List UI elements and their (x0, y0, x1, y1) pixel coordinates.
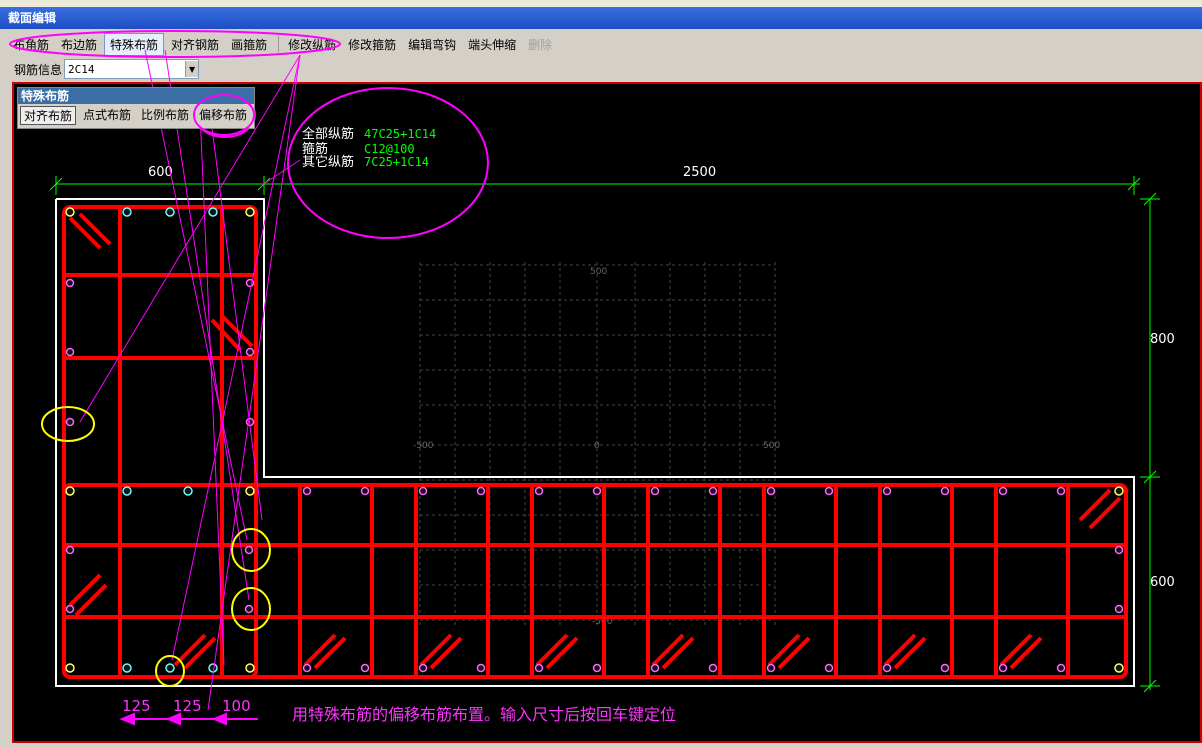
info-label-other: 其它纵筋 (302, 154, 354, 170)
dim-right-upper: 800 (1150, 332, 1175, 347)
grid-label-top: 500 (590, 267, 607, 277)
grid-label-right: 500 (763, 441, 780, 451)
dim-bottom-2: 125 (173, 697, 202, 715)
hint-text: 用特殊布筋的偏移布筋布置。输入尺寸后按回车键定位 (292, 705, 676, 724)
info-value-all: 47C25+1C14 (364, 127, 436, 141)
grid-label-left: -500 (413, 441, 434, 451)
grid-label-center: 0 (594, 441, 600, 451)
dim-bottom-1: 125 (122, 697, 151, 715)
special-rebar-panel: 特殊布筋 对齐布筋 点式布筋 比例布筋 偏移布筋 (17, 87, 255, 129)
info-value-other: 7C25+1C14 (364, 155, 429, 169)
dim-top-right: 2500 (683, 165, 716, 180)
dim-right-lower: 600 (1150, 575, 1175, 590)
panel-title: 特殊布筋 (18, 88, 254, 104)
panel-button-ratio[interactable]: 比例布筋 (138, 106, 192, 125)
bottom-dim-arrows (119, 712, 258, 726)
annotation-arrows (79, 49, 301, 711)
info-value-stirrup: C12@100 (364, 142, 415, 156)
panel-button-point[interactable]: 点式布筋 (80, 106, 134, 125)
panel-button-align[interactable]: 对齐布筋 (20, 106, 77, 125)
dim-bottom-3: 100 (222, 697, 251, 715)
info-label-all: 全部纵筋 (302, 126, 354, 142)
panel-button-offset[interactable]: 偏移布筋 (196, 106, 250, 125)
